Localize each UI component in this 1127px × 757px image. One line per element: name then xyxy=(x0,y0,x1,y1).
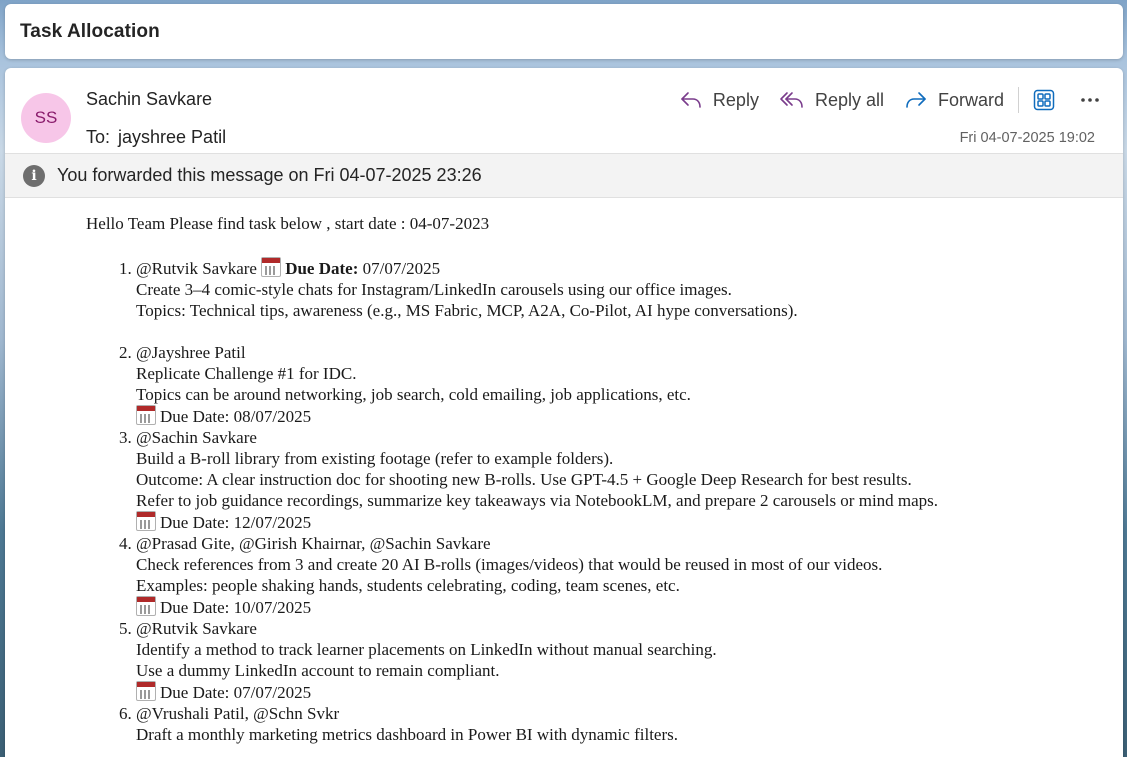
task-line: Use a dummy LinkedIn account to remain c… xyxy=(136,661,500,680)
reply-all-label: Reply all xyxy=(814,89,884,110)
calendar-icon xyxy=(136,511,156,531)
more-actions-button[interactable] xyxy=(1075,85,1105,115)
task-item: @Vrushali Patil, @Schn Svkr Draft a mont… xyxy=(136,703,1086,745)
task-line: Examples: people shaking hands, students… xyxy=(136,576,680,595)
task-assignee[interactable]: @Vrushali Patil, @Schn Svkr xyxy=(136,703,1086,724)
task-line: Topics can be around networking, job sea… xyxy=(136,385,691,404)
task-line: Refer to job guidance recordings, summar… xyxy=(136,491,939,510)
task-line: Build a B-roll library from existing foo… xyxy=(136,449,614,468)
reading-pane: SS Sachin Savkare To: jayshree Patil Repl… xyxy=(5,68,1123,757)
due-date: Due Date: 07/07/2025 xyxy=(160,683,312,702)
reply-all-icon xyxy=(780,92,803,108)
task-assignee[interactable]: @Prasad Gite, @Girish Khairnar, @Sachin … xyxy=(136,533,1086,554)
message-actions: Reply Reply all Forward xyxy=(679,85,1123,115)
task-list: @Rutvik Savkare Due Date: 07/07/2025 Cre… xyxy=(86,257,1086,745)
calendar-icon xyxy=(261,257,282,277)
forward-icon xyxy=(906,92,926,108)
task-line: Identify a method to track learner place… xyxy=(136,640,717,659)
reply-label: Reply xyxy=(712,89,759,110)
subject-header: Task Allocation xyxy=(5,4,1123,59)
avatar[interactable]: SS xyxy=(21,93,71,143)
calendar-icon xyxy=(136,681,156,701)
forward-label: Forward xyxy=(937,89,1004,110)
task-line: Topics: Technical tips, awareness (e.g.,… xyxy=(136,301,798,320)
more-icon xyxy=(1081,98,1099,102)
due-date-label: Due Date: xyxy=(285,259,359,278)
toolbar-divider xyxy=(1018,87,1019,113)
task-assignee[interactable]: @Rutvik Savkare xyxy=(136,618,1086,639)
due-date-value: 07/07/2025 xyxy=(362,259,441,278)
task-line: Check references from 3 and create 20 AI… xyxy=(136,555,883,574)
task-item: @Rutvik Savkare Due Date: 07/07/2025 Cre… xyxy=(136,257,1086,321)
forward-notice-bar: i You forwarded this message on Fri 04-0… xyxy=(5,153,1123,198)
task-item: @Sachin Savkare Build a B-roll library f… xyxy=(136,427,1086,533)
due-date: Due Date: 10/07/2025 xyxy=(160,598,312,617)
sent-datetime: Fri 04-07-2025 19:02 xyxy=(959,130,1095,146)
due-date: Due Date: 08/07/2025 xyxy=(160,407,312,426)
sender-name[interactable]: Sachin Savkare xyxy=(86,89,212,110)
forward-button[interactable]: Forward xyxy=(904,89,1004,111)
task-line: Draft a monthly marketing metrics dashbo… xyxy=(136,725,678,744)
email-subject: Task Allocation xyxy=(20,20,160,42)
calendar-icon xyxy=(136,405,156,425)
recipient-line: To: jayshree Patil xyxy=(86,127,226,148)
recipient-name[interactable]: jayshree Patil xyxy=(118,127,226,147)
forward-notice-text: You forwarded this message on Fri 04-07-… xyxy=(57,165,482,185)
reply-all-button[interactable]: Reply all xyxy=(779,89,884,111)
to-label: To: xyxy=(86,127,111,147)
task-item: @Rutvik Savkare Identify a method to tra… xyxy=(136,618,1086,703)
task-line: Replicate Challenge #1 for IDC. xyxy=(136,364,357,383)
task-line: Create 3–4 comic-style chats for Instagr… xyxy=(136,280,732,299)
reply-button[interactable]: Reply xyxy=(679,89,759,111)
info-icon: i xyxy=(23,164,45,187)
task-assignee[interactable]: @Jayshree Patil xyxy=(136,342,1086,363)
calendar-icon xyxy=(136,596,156,616)
task-line: Outcome: A clear instruction doc for sho… xyxy=(136,470,912,489)
greeting: Hello Team Please find task below , star… xyxy=(86,214,490,233)
apps-button[interactable] xyxy=(1029,85,1059,115)
task-item: @Prasad Gite, @Girish Khairnar, @Sachin … xyxy=(136,533,1086,618)
reply-icon xyxy=(681,92,701,108)
task-assignee[interactable]: @Sachin Savkare xyxy=(136,427,1086,448)
due-date: Due Date: 12/07/2025 xyxy=(160,513,312,532)
task-assignee[interactable]: @Rutvik Savkare xyxy=(136,259,257,278)
task-item: @Jayshree Patil Replicate Challenge #1 f… xyxy=(136,342,1086,427)
message-body: Hello Team Please find task below , star… xyxy=(86,213,1086,745)
apps-grid-icon xyxy=(1033,89,1055,111)
